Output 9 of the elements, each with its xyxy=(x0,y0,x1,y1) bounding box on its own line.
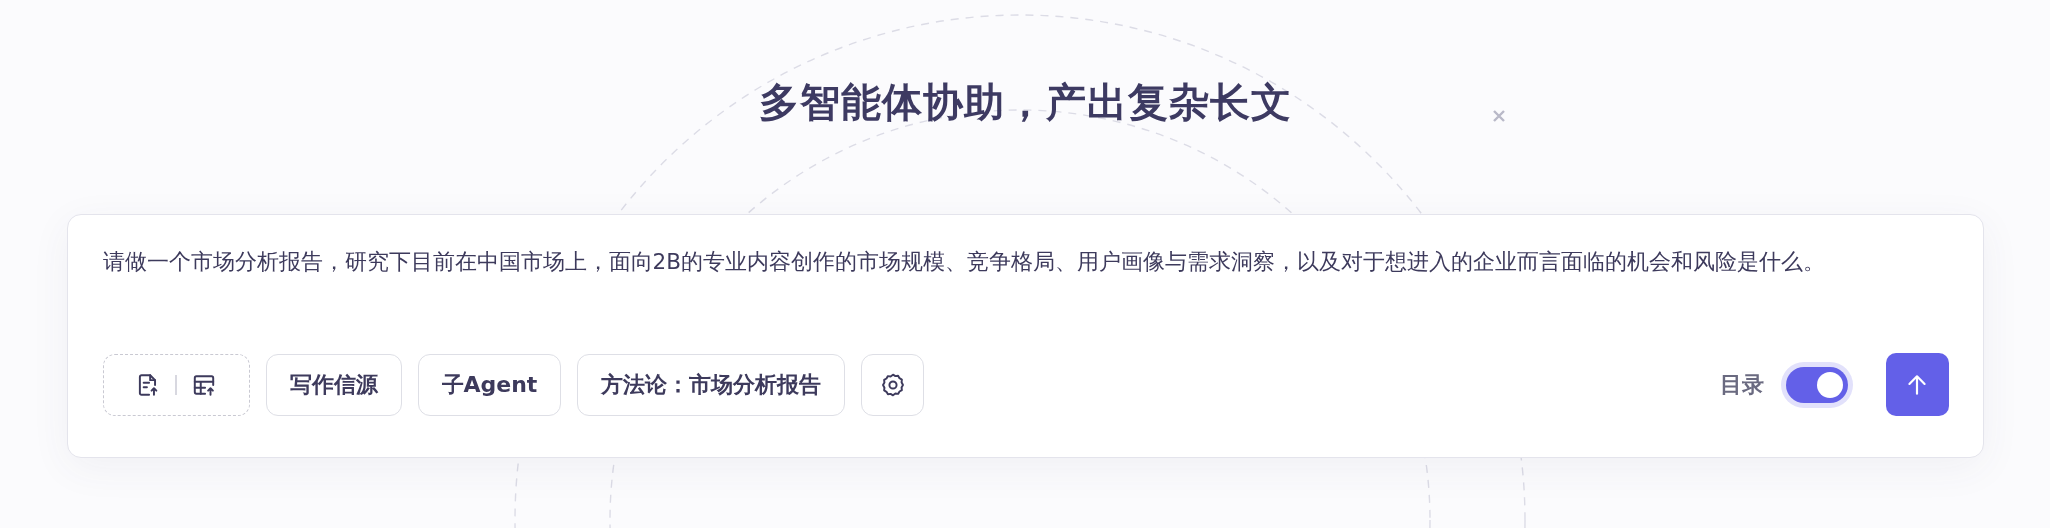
toggle-label: 目录 xyxy=(1719,370,1764,399)
settings-button[interactable] xyxy=(861,353,925,416)
tool-button[interactable]: 写作信源 xyxy=(265,353,402,416)
page-heading: 多智能体协助，产出复杂长文 xyxy=(758,78,1292,127)
tool-button[interactable]: 子Agent xyxy=(417,353,562,416)
send-button[interactable] xyxy=(1885,353,1949,416)
settings-icon xyxy=(879,371,906,398)
prompt-field[interactable]: 请做一个市场分析报告，研究下目前在中国市场上，面向2B的专业内容创作的市场规模、竞争格局、用户画像与需求洞察，以及对于想进入的企业而言面临的机会和风险是什么。 xyxy=(102,241,1949,333)
tool-button[interactable]: 方法论：市场分析报告 xyxy=(577,353,846,416)
